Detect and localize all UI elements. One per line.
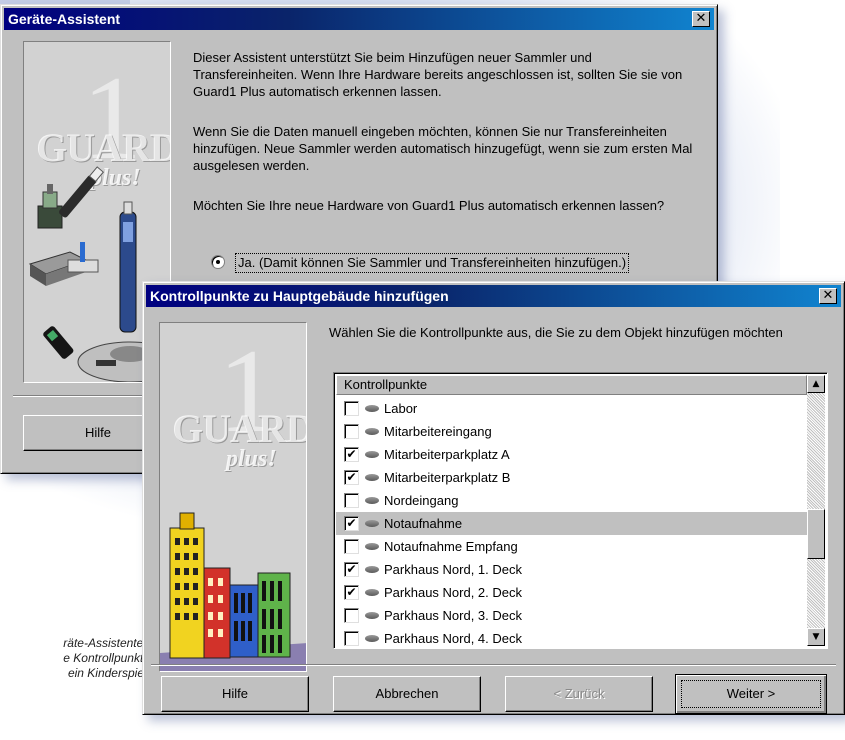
checkbox-checked[interactable]: ✔ <box>344 516 359 531</box>
checkpoint-item[interactable]: Parkhaus Nord, 3. Deck <box>336 604 807 627</box>
checkpoint-icon <box>365 589 379 596</box>
checkbox-unchecked[interactable] <box>344 493 359 508</box>
checkpoint-icon <box>365 428 379 435</box>
dialog-help-button[interactable]: Hilfe <box>161 676 309 712</box>
wizard-paragraph-3: Möchten Sie Ihre neue Hardware von Guard… <box>193 198 665 213</box>
caption-line-2: e Kontrollpunkte <box>63 651 150 665</box>
checkpoint-item[interactable]: ✔ Parkhaus Nord, 2. Deck <box>336 581 807 604</box>
back-button[interactable]: < Zurück <box>505 676 653 712</box>
checkbox-unchecked[interactable] <box>344 539 359 554</box>
checkbox-unchecked[interactable] <box>344 608 359 623</box>
checkpoint-item[interactable]: Labor <box>336 397 807 420</box>
checkpoint-icon <box>365 497 379 504</box>
checkpoint-list[interactable]: Kontrollpunkte Labor Mitarbeitereingang ✔ M… <box>333 372 828 649</box>
checkbox-checked[interactable]: ✔ <box>344 447 359 462</box>
radio-label: Ja. (Damit können Sie Sammler und Transf… <box>235 253 630 273</box>
checkpoint-dialog: Kontrollpunkte zu Hauptgebäude hinzufüge… <box>142 281 845 715</box>
wizard-titlebar[interactable]: Geräte-Assistent ✕ <box>4 8 714 30</box>
next-button[interactable]: Weiter > <box>675 674 827 714</box>
checkpoint-icon <box>365 566 379 573</box>
scroll-down-button[interactable]: ▼ <box>807 628 825 646</box>
list-scrollbar[interactable]: ▲ ▼ <box>807 375 825 646</box>
list-column-header[interactable]: Kontrollpunkte <box>336 375 807 395</box>
auto-detect-radio[interactable]: Ja. (Damit können Sie Sammler und Transf… <box>211 253 711 273</box>
dialog-illustration-panel: 1 GUARD plus! <box>159 322 307 672</box>
checkpoint-label: Nordeingang <box>384 493 459 508</box>
city-illustration <box>160 512 306 671</box>
checkpoint-icon <box>365 474 379 481</box>
checkpoint-icon <box>365 520 379 527</box>
wizard-paragraph-1: Dieser Assistent unterstützt Sie beim Hi… <box>193 50 683 99</box>
radio-selected-icon <box>211 255 225 269</box>
checkpoint-item[interactable]: Notaufnahme Empfang <box>336 535 807 558</box>
wizard-close-button[interactable]: ✕ <box>692 11 710 27</box>
dialog-titlebar[interactable]: Kontrollpunkte zu Hauptgebäude hinzufüge… <box>146 285 841 307</box>
checkpoint-item[interactable]: ✔ Mitarbeiterparkplatz A <box>336 443 807 466</box>
checkpoint-label: Parkhaus Nord, 4. Deck <box>384 631 523 646</box>
dialog-title: Kontrollpunkte zu Hauptgebäude hinzufüge… <box>150 288 449 304</box>
dialog-close-button[interactable]: ✕ <box>819 288 837 304</box>
checkpoint-label: Labor <box>384 401 418 416</box>
checkpoint-icon <box>365 451 379 458</box>
checkpoint-item[interactable]: Mitarbeitereingang <box>336 420 807 443</box>
checkbox-unchecked[interactable] <box>344 631 359 646</box>
checkpoint-label: Parkhaus Nord, 3. Deck <box>384 608 523 623</box>
checkpoint-item[interactable]: Nordeingang <box>336 489 807 512</box>
checkpoint-icon <box>365 635 379 642</box>
wizard-paragraph-2: Wenn Sie die Daten manuell eingeben möch… <box>193 124 693 173</box>
checkpoint-label: Mitarbeitereingang <box>384 424 492 439</box>
checkpoint-item[interactable]: Parkhaus Nord, 4. Deck <box>336 627 807 648</box>
scroll-up-button[interactable]: ▲ <box>807 375 825 393</box>
checkpoint-icon <box>365 612 379 619</box>
back-button-label: < Zurück <box>553 686 605 701</box>
checkpoint-label: Parkhaus Nord, 2. Deck <box>384 585 523 600</box>
checkpoint-label: Mitarbeiterparkplatz A <box>384 447 510 462</box>
checkpoint-icon <box>365 405 379 412</box>
dialog-separator <box>151 664 836 666</box>
checkbox-checked[interactable]: ✔ <box>344 562 359 577</box>
checkpoint-item[interactable]: ✔ Notaufnahme <box>336 512 807 535</box>
cancel-button[interactable]: Abbrechen <box>333 676 481 712</box>
checkbox-checked[interactable]: ✔ <box>344 470 359 485</box>
checkpoint-item[interactable]: ✔ Parkhaus Nord, 1. Deck <box>336 558 807 581</box>
wizard-title: Geräte-Assistent <box>8 11 121 27</box>
checkpoint-label: Parkhaus Nord, 1. Deck <box>384 562 523 577</box>
scroll-thumb[interactable] <box>807 509 825 559</box>
checkpoint-label: Notaufnahme <box>384 516 463 531</box>
checkpoint-label: Notaufnahme Empfang <box>384 539 518 554</box>
checkpoint-icon <box>365 543 379 550</box>
checkpoint-label: Mitarbeiterparkplatz B <box>384 470 511 485</box>
checkbox-unchecked[interactable] <box>344 401 359 416</box>
caption-line-1: räte-Assistenten <box>63 636 150 650</box>
caption-line-3: ein Kinderspiel. <box>67 666 150 680</box>
checkbox-checked[interactable]: ✔ <box>344 585 359 600</box>
checkbox-unchecked[interactable] <box>344 424 359 439</box>
dialog-instruction: Wählen Sie die Kontrollpunkte aus, die S… <box>329 325 783 340</box>
checkpoint-item[interactable]: ✔ Mitarbeiterparkplatz B <box>336 466 807 489</box>
next-button-label: Weiter > <box>726 686 776 701</box>
figure-caption: räte-Assistenten e Kontrollpunkte ein Ki… <box>0 636 150 681</box>
